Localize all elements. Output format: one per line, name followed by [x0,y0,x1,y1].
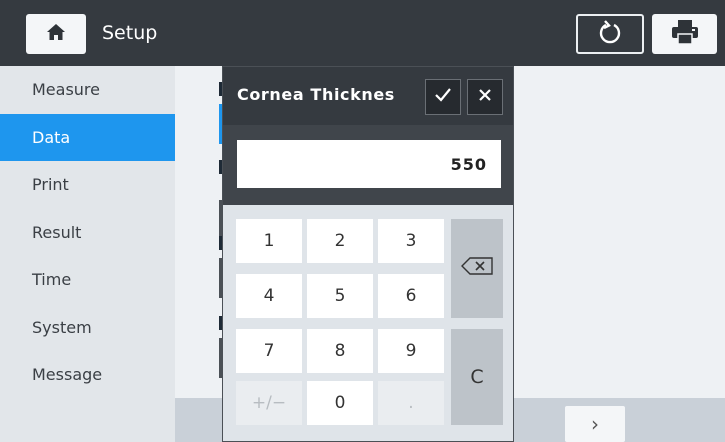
page-title: Setup [102,22,158,44]
clear-button[interactable]: C [451,329,503,425]
key-6[interactable]: 6 [378,274,444,318]
sidebar-item-system[interactable]: System [0,304,175,352]
home-button[interactable] [26,14,86,54]
top-bar: Setup [0,0,725,66]
key-8[interactable]: 8 [307,329,373,373]
clear-label: C [470,366,484,388]
value-input[interactable] [237,140,501,188]
sidebar-item-measure[interactable]: Measure [0,66,175,114]
backspace-button[interactable] [451,219,503,318]
sidebar-item-label: Print [32,175,69,195]
key-7[interactable]: 7 [236,329,302,373]
key-1[interactable]: 1 [236,219,302,263]
key-4[interactable]: 4 [236,274,302,318]
printer-icon [670,19,700,49]
sidebar-item-label: Message [32,365,103,385]
refresh-button[interactable] [576,14,644,54]
refresh-icon [597,19,623,49]
sidebar-item-print[interactable]: Print [0,161,175,209]
sidebar-item-label: System [32,317,92,337]
key-sign[interactable]: +/− [236,381,302,425]
sidebar-item-data[interactable]: Data [0,113,175,161]
check-icon [434,87,452,107]
sidebar-item-label: Measure [32,80,100,100]
numeric-input-dialog: Cornea Thicknes 1 2 3 4 5 6 7 8 9 +/− 0 … [222,66,514,442]
sidebar-item-label: Result [32,222,82,242]
sidebar-item-time[interactable]: Time [0,256,175,304]
dialog-title: Cornea Thicknes [237,85,395,104]
sidebar: Measure Data Print Result Time System Me… [0,66,175,442]
key-3[interactable]: 3 [378,219,444,263]
backspace-icon [460,257,494,280]
dialog-header: Cornea Thicknes [223,67,513,125]
key-5[interactable]: 5 [307,274,373,318]
close-icon [477,87,493,107]
key-9[interactable]: 9 [378,329,444,373]
entry-area [223,125,513,205]
next-page-button[interactable]: › [565,406,625,442]
key-decimal[interactable]: . [378,381,444,425]
sidebar-item-label: Data [32,127,71,147]
sidebar-item-message[interactable]: Message [0,351,175,399]
key-2[interactable]: 2 [307,219,373,263]
chevron-right-icon: › [591,412,599,436]
key-0[interactable]: 0 [307,381,373,425]
close-button[interactable] [467,79,503,115]
print-button[interactable] [652,14,717,54]
confirm-button[interactable] [425,79,461,115]
sidebar-item-label: Time [32,270,72,290]
sidebar-item-result[interactable]: Result [0,209,175,257]
home-icon [46,23,66,45]
